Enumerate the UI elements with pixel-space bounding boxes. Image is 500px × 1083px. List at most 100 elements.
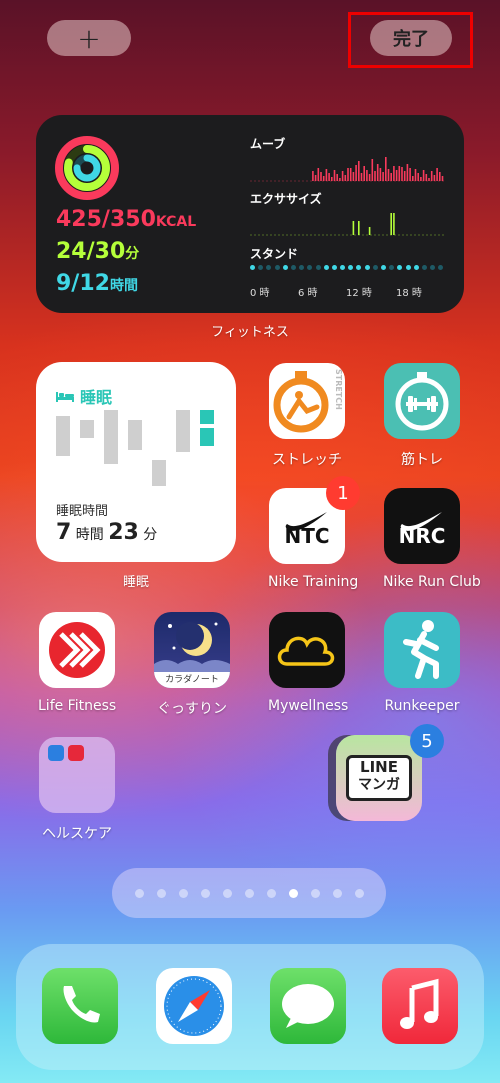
activity-bar (347, 168, 349, 181)
app-mywellness[interactable]: Mywellness (268, 612, 349, 714)
app-nike-run-club[interactable]: NRC Nike Run Club (383, 488, 481, 590)
app-folder-healthcare[interactable]: ヘルスケア (38, 737, 116, 843)
move-number: 425/350 (56, 207, 156, 232)
sleep-duration-label: 睡眠時間 (56, 504, 109, 519)
activity-bar (422, 170, 425, 181)
ntc-icon-text: NTC (284, 524, 330, 548)
messages-icon[interactable] (270, 968, 346, 1044)
nrc-icon-text: NRC (398, 524, 446, 548)
fitness-widget[interactable]: 425/350KCAL 24/30分 9/12時間 ムーブ エクササイズ スタン… (36, 115, 464, 313)
stand-hour-dot (348, 265, 354, 270)
activity-bar (312, 171, 314, 181)
stand-hour-dot (438, 265, 444, 270)
sleep-title: 睡眠 (80, 388, 113, 407)
life-fitness-icon (39, 612, 115, 688)
line-manga-speech-bubble: LINE マンガ (346, 755, 412, 801)
activity-bar (352, 172, 355, 181)
page-dot (310, 888, 320, 898)
add-widget-button[interactable]: + (47, 20, 131, 56)
activity-bar (420, 177, 422, 181)
line-manga-text-2: マンガ (358, 777, 400, 793)
activity-bar (425, 174, 428, 181)
stand-hour-dot (397, 265, 403, 270)
activity-bar (387, 169, 390, 181)
activity-bar (428, 178, 430, 181)
bed-icon (56, 392, 74, 402)
sleep-widget[interactable]: 睡眠 睡眠時間 7 時間 23 分 (36, 362, 236, 562)
activity-bar (317, 168, 320, 181)
activity-bar (341, 171, 344, 181)
app-life-fitness[interactable]: Life Fitness (38, 612, 116, 714)
app-label: ストレッチ (272, 452, 342, 468)
app-nike-training[interactable]: NTC 1 Nike Training (268, 476, 360, 590)
activity-bar (436, 168, 438, 181)
stand-hour-dot (381, 265, 386, 270)
app-gussurin[interactable]: カラダノート ぐっすりン (153, 612, 231, 718)
activity-bar (333, 170, 336, 181)
activity-bar (390, 213, 392, 235)
activity-bar (430, 171, 433, 181)
stretch-icon-text: STRETCH (334, 369, 343, 410)
page-dot (332, 888, 342, 898)
activity-bar (401, 167, 403, 181)
app-label: Mywellness (268, 698, 349, 714)
stand-hour-dot (389, 265, 395, 270)
hour-12-label: 12 時 (346, 288, 372, 299)
page-dot (200, 888, 210, 898)
app-runkeeper[interactable]: Runkeeper (383, 612, 461, 714)
stand-hour-dot (421, 265, 427, 270)
move-unit: KCAL (155, 214, 197, 230)
hour-18-label: 18 時 (396, 288, 422, 299)
app-label: ヘルスケア (42, 826, 112, 842)
stand-hour-dot (282, 265, 288, 270)
activity-bar (398, 166, 401, 181)
sleep-caption: 睡眠 (122, 575, 149, 590)
stand-hour-dot (356, 265, 362, 270)
page-dot (244, 888, 254, 898)
activity-bar (360, 173, 363, 181)
app-stretch[interactable]: STRETCH ストレッチ (268, 363, 346, 469)
page-dot (156, 888, 166, 898)
exercise-unit: 分 (125, 246, 140, 262)
activity-bar (358, 221, 360, 235)
activity-bar (371, 159, 374, 181)
nike-run-club-icon: NRC (384, 488, 460, 564)
stand-hour-dot (299, 265, 305, 270)
activity-bar (314, 175, 317, 181)
activity-bar (322, 176, 325, 181)
activity-bar (376, 164, 379, 181)
move-bars (250, 157, 446, 182)
activity-bar (336, 174, 338, 181)
phone-icon[interactable] (42, 968, 118, 1044)
sleep-duration: 7 時間 23 分 (56, 520, 157, 545)
music-icon[interactable] (382, 968, 458, 1044)
activity-bar (379, 168, 382, 181)
activity-bar (358, 161, 360, 181)
stand-hour-dot (372, 265, 378, 270)
hour-0-label: 0 時 (250, 288, 270, 299)
page-dot (222, 888, 232, 898)
app-line-manga[interactable]: LINE マンガ 5 (336, 724, 444, 823)
runner-icon (384, 612, 460, 688)
app-label: Nike Run Club (383, 574, 481, 590)
mini-app-icon (68, 745, 84, 761)
exercise-number: 24/30 (56, 239, 126, 264)
gussurin-icon-text: カラダノート (154, 672, 230, 688)
app-label: 筋トレ (401, 452, 443, 468)
page-dot (178, 888, 188, 898)
activity-bar (390, 173, 392, 181)
app-label: Nike Training (268, 574, 359, 590)
app-label: ぐっすりン (157, 701, 227, 717)
notification-badge: 1 (326, 476, 360, 510)
stand-label: スタンド (250, 247, 299, 261)
activity-bar (355, 165, 357, 181)
safari-icon[interactable] (156, 968, 232, 1044)
move-value: 425/350KCAL (56, 207, 196, 232)
activity-bar (331, 177, 333, 181)
app-label: Life Fitness (38, 698, 117, 714)
app-kintore[interactable]: 筋トレ (383, 363, 461, 469)
moon-night-icon: カラダノート (154, 612, 230, 688)
page-dot (354, 888, 364, 898)
activity-bar (352, 221, 355, 235)
page-indicator[interactable] (112, 868, 386, 918)
